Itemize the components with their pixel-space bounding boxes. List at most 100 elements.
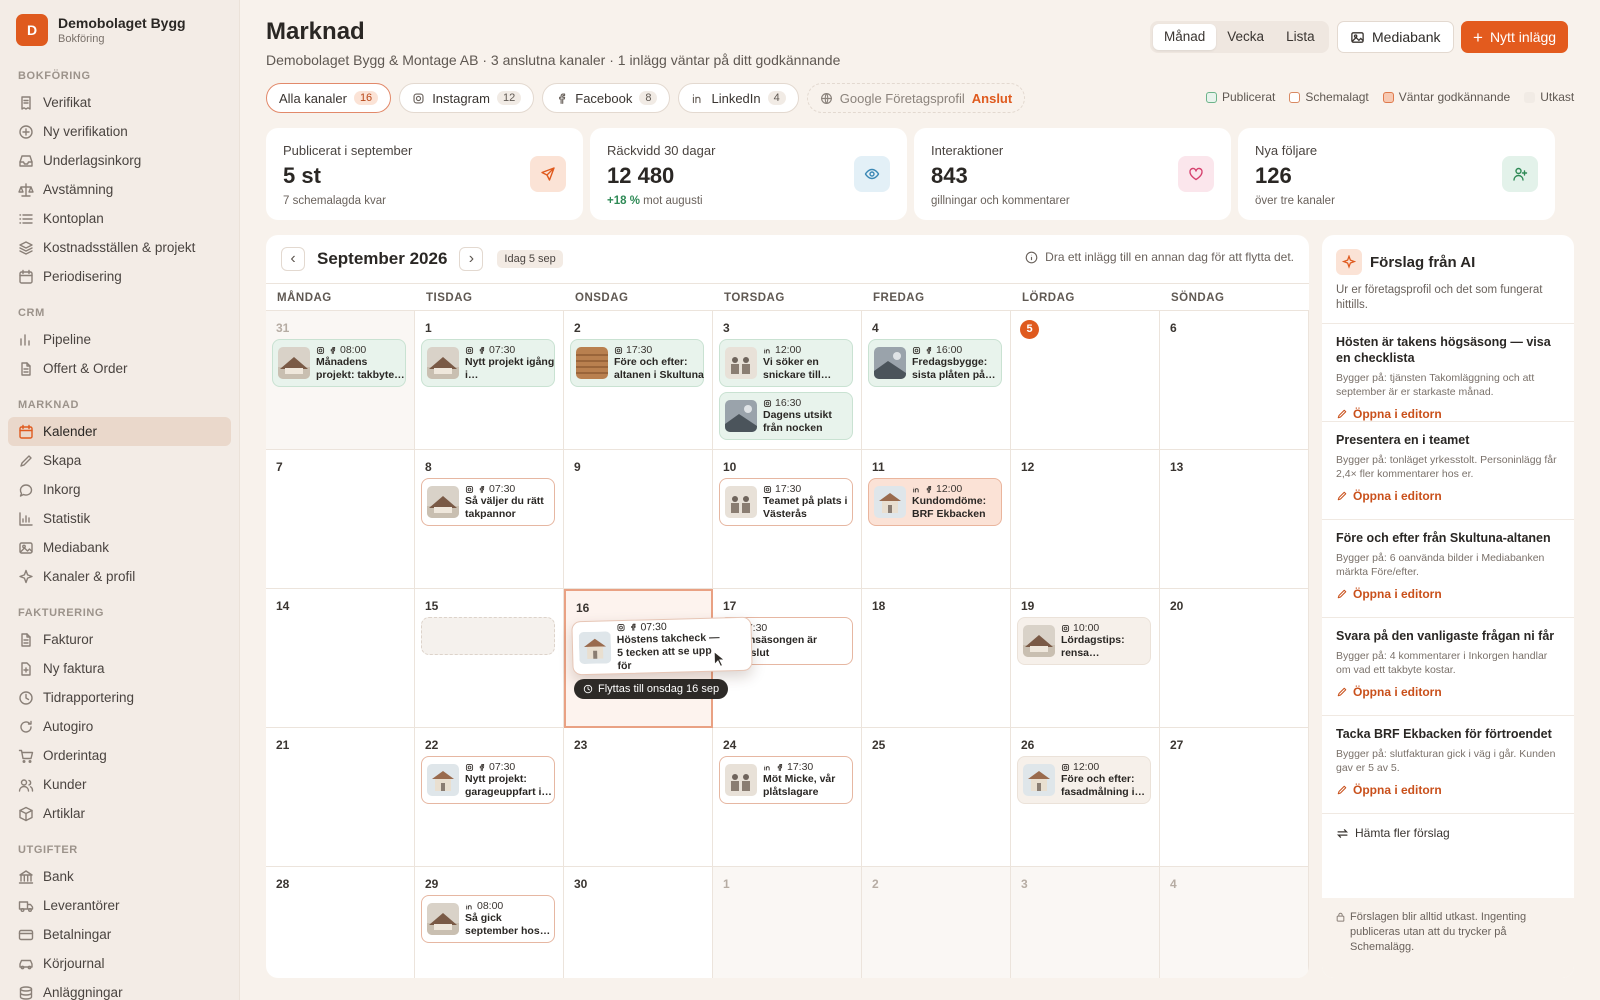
weekday-label: ONSDAG [575,292,629,304]
calendar-day[interactable]: 20 [1160,589,1309,728]
open-in-editor-link[interactable]: Öppna i editorn [1336,587,1560,601]
sidebar-item-offert-order[interactable]: Offert & Order [8,354,231,383]
brand[interactable]: D Demobolaget Bygg Bokföring [0,0,239,62]
calendar-day[interactable]: 9 [564,450,713,589]
mediabank-button[interactable]: Mediabank [1337,21,1454,53]
open-in-editor-link[interactable]: Öppna i editorn [1336,685,1560,699]
legend-item: Publicerat [1206,90,1275,104]
calendar-day[interactable]: 27 [1160,728,1309,867]
connect-google-link[interactable]: Anslut [972,91,1012,106]
sidebar-item-bank[interactable]: Bank [8,862,231,891]
calendar-post[interactable]: 12:00 Vi söker en snickare till… [719,339,853,387]
ai-suggestion: Svara på den vanligaste frågan ni får By… [1322,617,1574,715]
channel-chip-linkedin[interactable]: LinkedIn 4 [678,83,799,113]
calendar-day[interactable]: 30 [564,867,713,978]
view-week-tab[interactable]: Vecka [1216,24,1275,50]
sidebar-item-kunder[interactable]: Kunder [8,770,231,799]
new-post-button[interactable]: + Nytt inlägg [1461,21,1569,53]
sidebar-item-körjournal[interactable]: Körjournal [8,949,231,978]
calendar-day[interactable]: 21 [266,728,415,867]
view-list-tab[interactable]: Lista [1275,24,1326,50]
sidebar-item-artiklar[interactable]: Artiklar [8,799,231,828]
day-number: 4 [1170,877,1177,891]
calendar-post[interactable]: 08:00 Så gick september hos… [421,895,555,943]
sidebar-item-skapa[interactable]: Skapa [8,446,231,475]
legend-label: Schemalagt [1305,90,1369,104]
sidebar-item-label: Offert & Order [43,361,128,376]
calendar-post[interactable]: 07:30 Nytt projekt: garageuppfart i… [421,756,555,804]
sidebar-item-ny-faktura[interactable]: Ny faktura [8,654,231,683]
calendar-day[interactable]: 5 [1011,311,1160,450]
channel-chip-instagram[interactable]: Instagram 12 [399,83,535,113]
sidebar-item-orderintag[interactable]: Orderintag [8,741,231,770]
calendar-post[interactable]: 07:30 Nytt projekt igång i… [421,339,555,387]
sidebar-item-kalender[interactable]: Kalender [8,417,231,446]
calendar-post[interactable]: 07:30 Så väljer du rätt takpannor [421,478,555,526]
channel-chip-google[interactable]: Google Företagsprofil Anslut [806,83,1026,113]
sidebar-item-fakturor[interactable]: Fakturor [8,625,231,654]
calendar-day[interactable]: 15 [415,589,564,728]
sidebar-item-mediabank[interactable]: Mediabank [8,533,231,562]
next-month-button[interactable]: › [459,247,484,271]
sidebar-item-underlagsinkorg[interactable]: Underlagsinkorg [8,146,231,175]
calendar-day[interactable]: 6 [1160,311,1309,450]
sidebar-item-verifikat[interactable]: Verifikat [8,88,231,117]
calendar-post[interactable]: 17:30 Möt Micke, vår plåtslagare [719,756,853,804]
post-time: 08:00 [340,344,367,356]
sidebar-item-kanaler-profil[interactable]: Kanaler & profil [8,562,231,591]
calendar-post[interactable]: 16:30 Dagens utsikt från nocken [719,392,853,440]
calendar-post[interactable]: 17:30 Före och efter: altanen i Skultuna [570,339,704,387]
channel-chip-facebook[interactable]: Facebook 8 [542,83,671,113]
channel-chip-alla-kanaler[interactable]: Alla kanaler 16 [266,83,392,113]
sidebar-item-periodisering[interactable]: Periodisering [8,262,231,291]
dragged-post[interactable]: 07:30 Höstens takcheck — 5 tecken att se … [571,616,753,676]
calendar-post[interactable]: 12:00 Kundomdöme: BRF Ekbacken [868,478,1002,526]
calendar-day[interactable]: 18 [862,589,1011,728]
calendar-day[interactable]: 13 [1160,450,1309,589]
sidebar-item-inkorg[interactable]: Inkorg [8,475,231,504]
calendar-day[interactable]: 7 [266,450,415,589]
calendar-day[interactable]: 2 [862,867,1011,978]
calendar-day[interactable]: 4 [1160,867,1309,978]
calendar-day[interactable]: 23 [564,728,713,867]
fetch-more-suggestions-button[interactable]: Hämta fler förslag [1322,813,1574,852]
users-icon [18,777,34,793]
calendar-post[interactable]: 08:00 Månadens projekt: takbyte… [272,339,406,387]
today-button[interactable]: Idag 5 sep [497,250,563,268]
sidebar-item-tidrapportering[interactable]: Tidrapportering [8,683,231,712]
calendar-day[interactable]: 25 [862,728,1011,867]
sidebar-item-leverantörer[interactable]: Leverantörer [8,891,231,920]
stack-icon [18,985,34,1000]
sidebar-item-pipeline[interactable]: Pipeline [8,325,231,354]
sidebar-item-betalningar[interactable]: Betalningar [8,920,231,949]
calendar-post[interactable]: 12:00 Före och efter: fasadmålning i… [1017,756,1151,804]
calendar-day[interactable]: 14 [266,589,415,728]
sidebar-item-kostnadsställen-projekt[interactable]: Kostnadsställen & projekt [8,233,231,262]
calendar-post[interactable]: 16:00 Fredagsbygge: sista plåten på… [868,339,1002,387]
prev-month-button[interactable]: ‹ [281,247,305,271]
instagram-icon [1061,763,1070,772]
sidebar-item-label: Skapa [43,453,82,468]
open-in-editor-link[interactable]: Öppna i editorn [1336,783,1560,797]
sidebar-item-autogiro[interactable]: Autogiro [8,712,231,741]
view-month-tab[interactable]: Månad [1153,24,1217,50]
sidebar-item-ny-verifikation[interactable]: Ny verifikation [8,117,231,146]
sidebar-item-kontoplan[interactable]: Kontoplan [8,204,231,233]
calendar-day[interactable]: 3 [1011,867,1160,978]
open-in-editor-link[interactable]: Öppna i editorn [1336,407,1560,421]
sidebar-item-anläggningar[interactable]: Anläggningar [8,978,231,1000]
calendar-post[interactable]: 10:00 Lördagstips: rensa… [1017,617,1151,665]
sidebar-item-statistik[interactable]: Statistik [8,504,231,533]
weekday-label: TORSDAG [724,292,785,304]
sidebar-item-avstämning[interactable]: Avstämning [8,175,231,204]
google-profile-label: Google Företagsprofil [839,90,965,106]
calendar-post[interactable]: 17:30 Teamet på plats i Västerås [719,478,853,526]
calendar-day[interactable]: 28 [266,867,415,978]
calendar-day[interactable]: 1 [713,867,862,978]
post-thumbnail [725,764,757,796]
ai-suggestions-panel: Förslag från AI Ur er företagsprofil och… [1322,235,1574,978]
calendar-day[interactable]: 12 [1011,450,1160,589]
ai-suggestion: Tacka BRF Ekbacken för förtroendet Bygge… [1322,715,1574,813]
open-in-editor-link[interactable]: Öppna i editorn [1336,489,1560,503]
calendar: ‹ September 2026 › Idag 5 sep Dra ett in… [266,235,1309,978]
